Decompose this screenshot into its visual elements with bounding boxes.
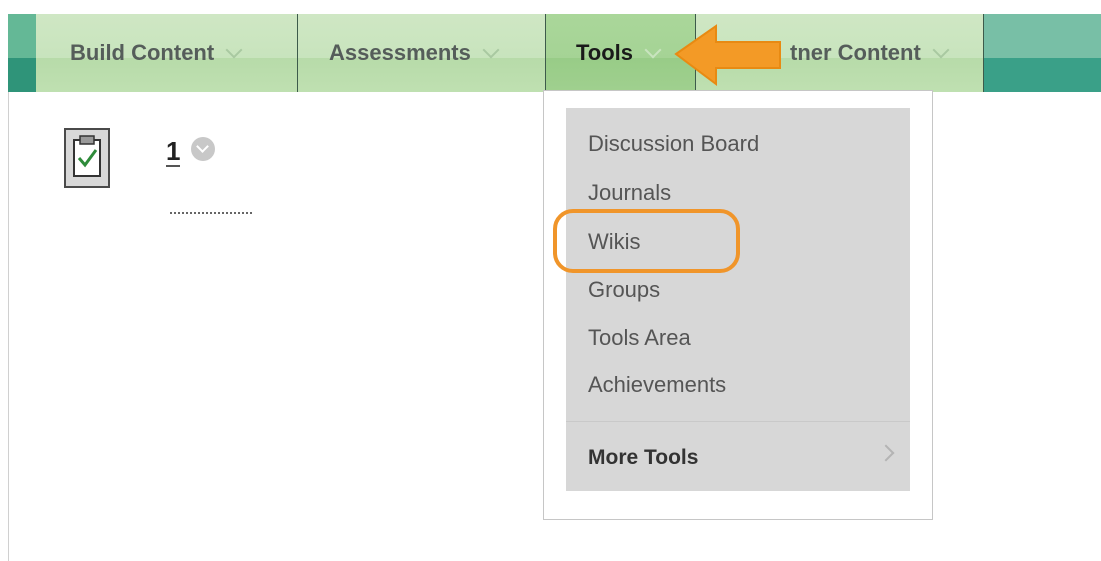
chevron-down-icon bbox=[225, 41, 243, 59]
chevron-down-icon bbox=[932, 41, 950, 59]
chevron-down-icon bbox=[482, 41, 500, 59]
menu-item-groups[interactable]: Groups bbox=[588, 277, 660, 303]
tab-assessments[interactable]: Assessments bbox=[298, 14, 546, 92]
tab-label: Assessments bbox=[329, 40, 471, 65]
item-options-chevron-icon[interactable] bbox=[191, 137, 215, 161]
menu-item-journals[interactable]: Journals bbox=[588, 180, 671, 206]
top-strip bbox=[0, 0, 1101, 14]
content-item-title[interactable]: 1 bbox=[166, 138, 181, 167]
tab-label: tner Content bbox=[790, 40, 921, 65]
menu-divider bbox=[566, 421, 910, 422]
toolbar-left-edge bbox=[8, 14, 36, 92]
menu-item-discussion-board[interactable]: Discussion Board bbox=[588, 131, 759, 157]
content-toolbar: Build Content Assessments Tools tner Con… bbox=[8, 14, 1101, 92]
wikis-highlight-annotation bbox=[553, 209, 740, 273]
clipboard-check-icon bbox=[73, 135, 101, 177]
menu-item-more-tools[interactable]: More Tools bbox=[588, 445, 698, 471]
menu-item-tools-area[interactable]: Tools Area bbox=[588, 325, 691, 351]
assignment-icon bbox=[64, 128, 110, 188]
page-left-border bbox=[8, 92, 9, 561]
menu-item-achievements[interactable]: Achievements bbox=[588, 372, 726, 398]
item-description-dots bbox=[170, 212, 252, 214]
chevron-down-icon bbox=[644, 41, 662, 59]
annotation-arrow-icon bbox=[674, 24, 781, 86]
tab-label: Tools bbox=[576, 40, 634, 65]
tab-label: Build Content bbox=[70, 40, 215, 65]
tab-build-content[interactable]: Build Content bbox=[36, 14, 298, 92]
